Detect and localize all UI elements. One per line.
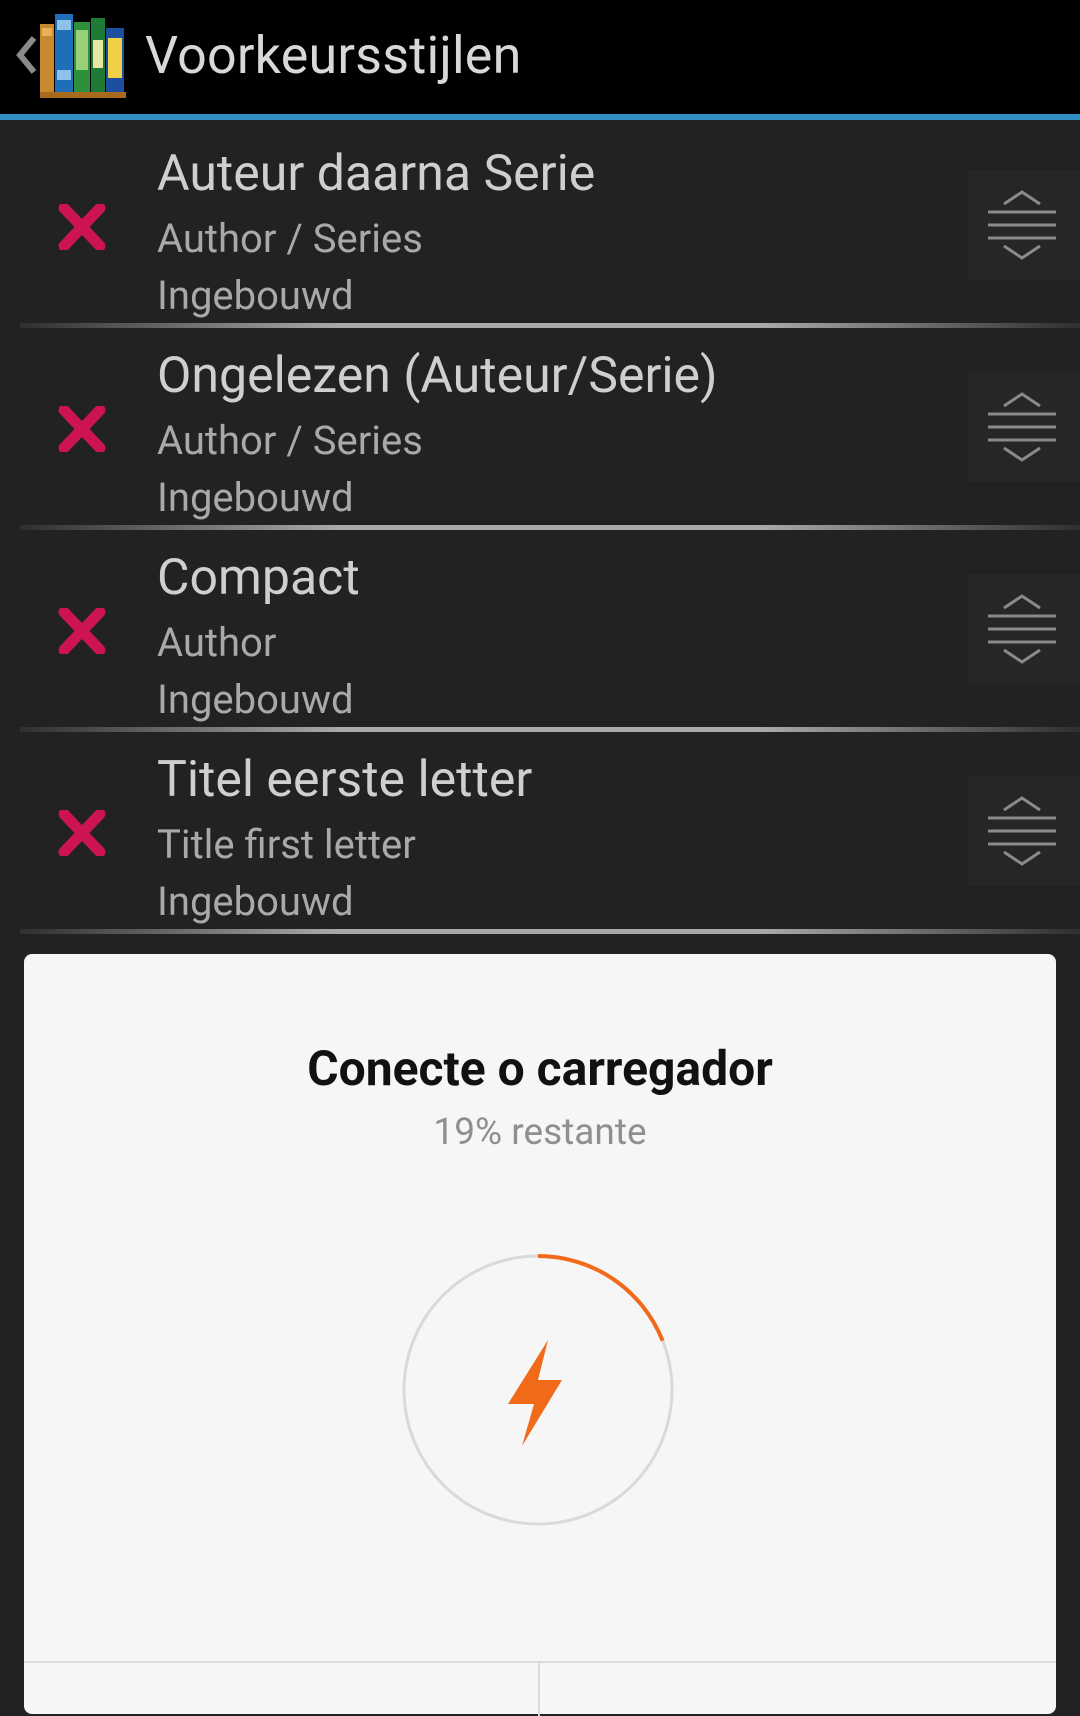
delete-icon[interactable] [58,404,106,454]
dialog-subtitle: 19% restante [433,1111,647,1154]
style-subtitle: Author / Series [157,215,423,262]
chevron-left-icon[interactable] [10,30,40,80]
dialog-button-right[interactable] [540,1663,1056,1716]
dialog-button-left[interactable] [24,1663,540,1716]
style-kind: Ingebouwd [157,878,354,925]
style-subtitle: Title first letter [157,821,416,868]
style-title: Ongelezen (Auteur/Serie) [157,347,718,405]
style-list: Auteur daarna Serie Author / Series Inge… [0,126,1080,934]
dialog-footer [24,1661,1056,1716]
drag-handle-icon[interactable] [968,372,1080,482]
style-subtitle: Author [157,619,277,666]
divider [20,929,1080,934]
style-title: Compact [157,549,360,607]
battery-ring [400,1252,676,1528]
drag-handle-icon[interactable] [968,776,1080,886]
lightning-bolt-icon [508,1340,562,1446]
style-title: Auteur daarna Serie [157,145,596,203]
drag-handle-icon[interactable] [968,574,1080,684]
drag-handle-icon[interactable] [968,170,1080,280]
dialog-title: Conecte o carregador [307,1040,773,1097]
delete-icon[interactable] [58,606,106,656]
delete-icon[interactable] [58,808,106,858]
list-item[interactable]: Ongelezen (Auteur/Serie) Author / Series… [0,328,1080,530]
list-item[interactable]: Titel eerste letter Title first letter I… [0,732,1080,934]
style-title: Titel eerste letter [157,751,533,809]
style-kind: Ingebouwd [157,272,354,319]
page-title: Voorkeursstijlen [145,25,522,86]
list-item[interactable]: Compact Author Ingebouwd [0,530,1080,732]
style-subtitle: Author / Series [157,417,423,464]
books-logo-icon[interactable] [40,10,126,100]
low-battery-dialog: Conecte o carregador 19% restante [24,954,1056,1716]
list-item[interactable]: Auteur daarna Serie Author / Series Inge… [0,126,1080,328]
style-kind: Ingebouwd [157,676,354,723]
action-bar: Voorkeursstijlen [0,0,1080,120]
style-kind: Ingebouwd [157,474,354,521]
delete-icon[interactable] [58,202,106,252]
